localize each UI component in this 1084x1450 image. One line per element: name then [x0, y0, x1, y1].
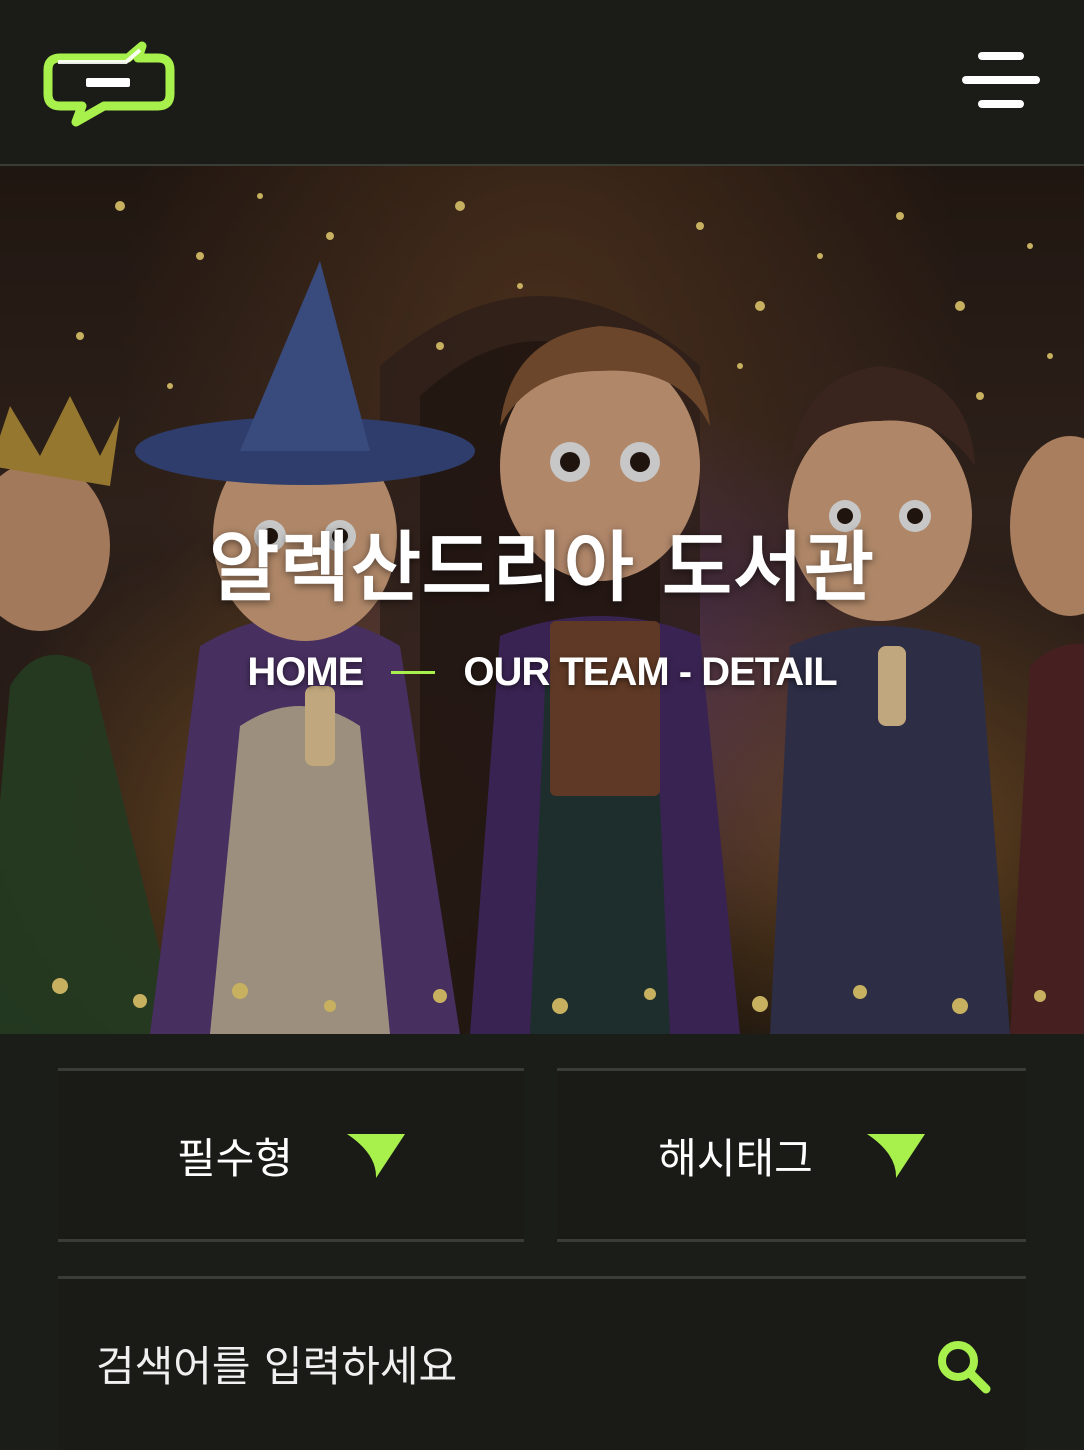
breadcrumb-current: OUR TEAM - DETAIL	[463, 650, 837, 694]
search-bar	[58, 1276, 1026, 1450]
search-input[interactable]	[94, 1325, 878, 1407]
menu-line-bottom	[978, 100, 1024, 108]
menu-line-middle	[962, 76, 1040, 84]
triangle-arrow-down-icon	[346, 1134, 405, 1178]
menu-line-top	[978, 52, 1024, 60]
page-title: 알렉산드리아 도서관	[209, 523, 875, 612]
hamburger-menu-icon[interactable]	[958, 52, 1044, 112]
dropdown-label: 필수형	[177, 1133, 293, 1183]
search-icon[interactable]	[934, 1337, 994, 1397]
hero-banner: 알렉산드리아 도서관 HOME OUR TEAM - DETAIL	[0, 166, 1084, 1034]
breadcrumb-separator	[391, 671, 436, 674]
triangle-arrow-down-icon	[866, 1134, 925, 1178]
breadcrumb-home-link[interactable]: HOME	[247, 650, 364, 695]
site-header	[0, 0, 1084, 166]
dropdown-label: 해시태그	[658, 1133, 813, 1183]
hashtag-dropdown[interactable]: 해시태그	[557, 1068, 1026, 1242]
breadcrumb: HOME OUR TEAM - DETAIL	[0, 650, 1084, 695]
required-type-dropdown[interactable]: 필수형	[58, 1068, 524, 1242]
chat-bubble-logo-icon[interactable]	[42, 38, 176, 128]
